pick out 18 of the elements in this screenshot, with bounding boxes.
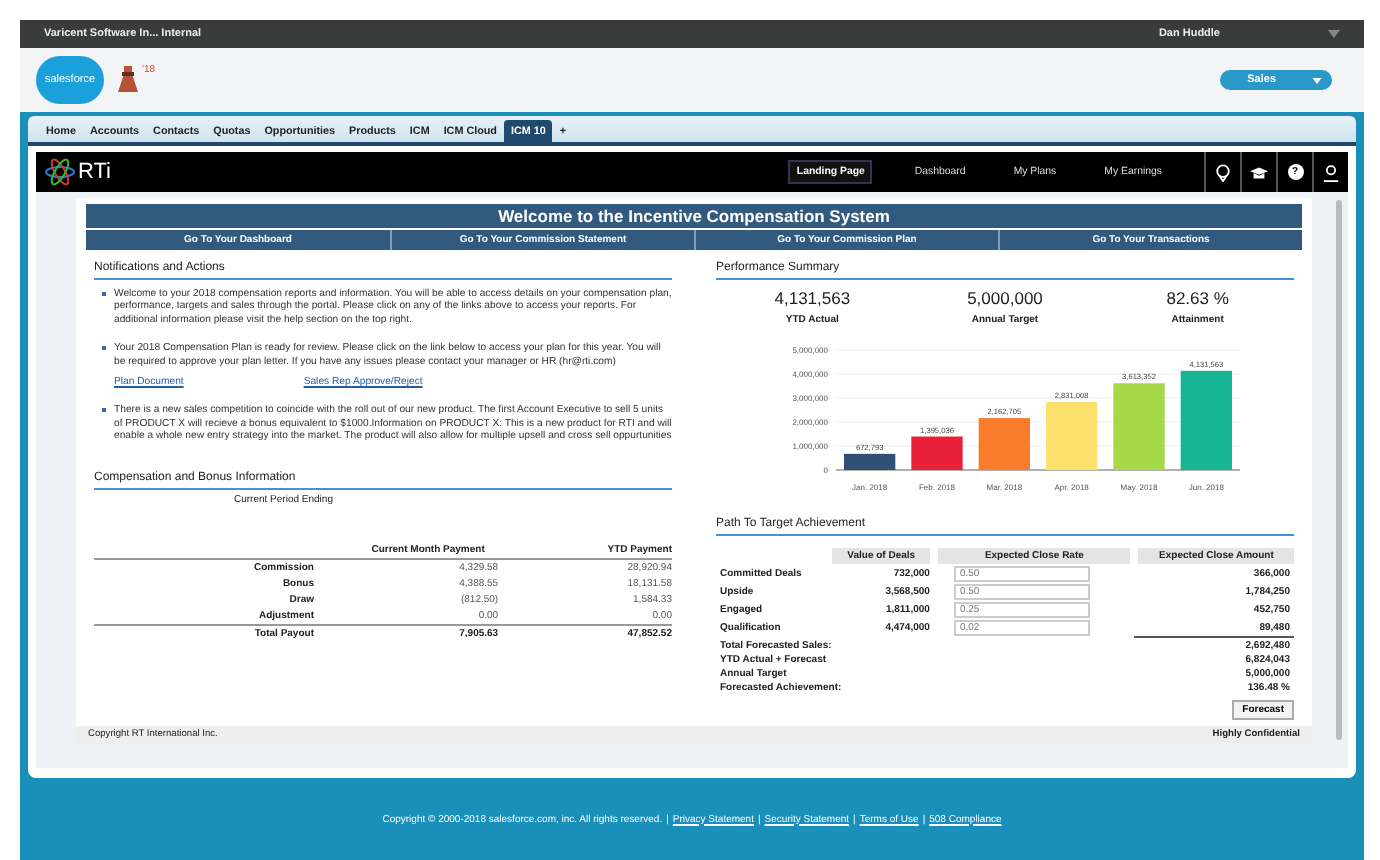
bar: [1045, 402, 1097, 470]
bar: [1179, 370, 1231, 470]
kpi-value: 82.63 %: [1164, 288, 1231, 308]
app-logo: RTi: [78, 160, 111, 184]
bar: [1112, 383, 1164, 470]
bar: [977, 418, 1029, 470]
location-icon[interactable]: [1214, 163, 1232, 181]
caret-icon[interactable]: [1328, 30, 1340, 38]
caret-icon: [1312, 77, 1322, 83]
bar: [910, 436, 962, 470]
kpi-value: 4,131,563: [772, 288, 853, 308]
kpi-value: 5,000,000: [965, 288, 1045, 308]
bar: [843, 453, 895, 470]
page-title: Welcome to the Incentive Compensation System: [86, 204, 1302, 228]
mascot-icon: [116, 64, 140, 96]
graduation-cap-icon[interactable]: [1250, 163, 1268, 181]
atom-icon: [44, 156, 76, 188]
user-icon[interactable]: [1322, 163, 1340, 181]
